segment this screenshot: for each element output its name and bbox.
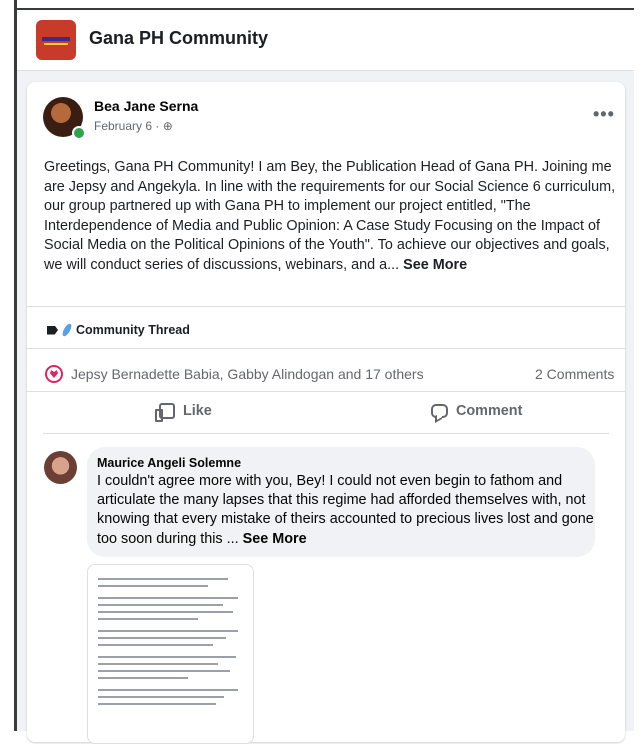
document-line [98,670,230,672]
feed-page: Gana PH Community Bea Jane Serna Februar… [17,10,634,744]
reactions-text: Jepsy Bernadette Babia, Gabby Alindogan … [71,366,424,382]
document-line [98,644,213,646]
group-logo[interactable] [36,20,76,60]
document-line [98,630,238,632]
logo-stripe-accent [44,43,68,45]
comment-image-attachment[interactable] [87,564,254,744]
document-line [98,703,216,705]
document-line [98,611,233,613]
document-line [98,656,236,658]
document-line [98,663,218,665]
document-line [98,696,224,698]
post-card: Bea Jane Serna February 6 · ⊕ ••• Greeti… [27,82,625,744]
document-line [98,677,188,679]
more-options-icon[interactable]: ••• [593,104,615,125]
post-date[interactable]: February 6 [94,119,152,133]
globe-icon: ⊕ [162,119,173,133]
post-tag[interactable]: Community Thread [47,322,190,338]
document-line [98,585,208,587]
online-status-icon [72,126,86,140]
tag-icon [47,325,58,335]
comments-count-link[interactable]: 2 Comments [535,366,614,382]
post-actions: Like Comment [27,393,625,433]
divider [27,348,625,349]
document-line [98,618,198,620]
leaf-icon [60,322,74,338]
like-button[interactable]: Like [155,393,212,429]
divider [27,391,625,392]
commenter-name[interactable]: Maurice Angeli Solemne [97,456,241,470]
comment-body: I couldn't agree more with you, Bey! I c… [97,472,597,549]
post-author[interactable]: Bea Jane Serna [94,98,198,114]
comment-text: I couldn't agree more with you, Bey! I c… [97,473,594,547]
separator-dot: · [155,119,163,133]
commenter-avatar[interactable] [44,451,77,484]
divider [43,433,609,434]
document-line [98,597,238,599]
post-text: Greetings, Gana PH Community! I am Bey, … [44,159,616,273]
document-line [98,689,238,691]
divider [27,306,625,307]
thumbs-up-icon [155,403,175,422]
comment-see-more-link[interactable]: See More [243,531,307,547]
group-header: Gana PH Community [17,10,634,71]
reactions-summary[interactable]: Jepsy Bernadette Babia, Gabby Alindogan … [45,365,424,383]
logo-stripe [42,37,70,41]
speech-bubble-icon [431,404,448,418]
post-body: Greetings, Gana PH Community! I am Bey, … [44,158,622,276]
like-label: Like [183,403,212,419]
document-line [98,637,226,639]
comment-button[interactable]: Comment [431,393,522,429]
comment-label: Comment [456,403,523,419]
tag-label: Community Thread [76,323,190,337]
post-see-more-link[interactable]: See More [403,257,467,273]
document-line [98,604,223,606]
comment-bubble: Maurice Angeli Solemne I couldn't agree … [87,447,595,557]
attachment-padding [88,565,253,573]
group-name[interactable]: Gana PH Community [89,28,268,49]
document-line [98,578,228,580]
post-meta: February 6 · ⊕ [94,119,173,133]
heart-reaction-icon [45,365,63,383]
